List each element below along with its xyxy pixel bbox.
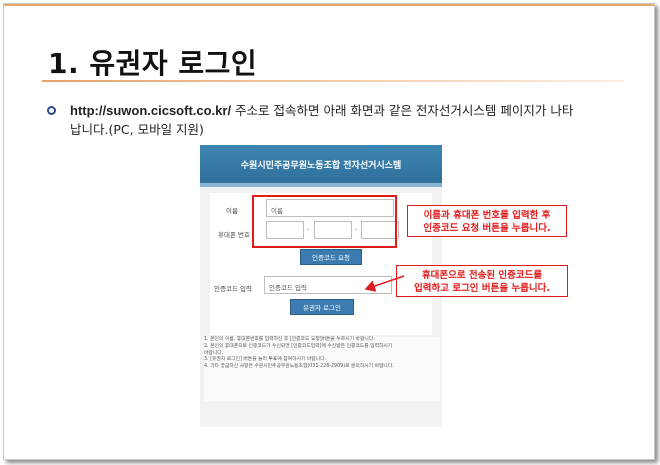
slide-title: 1. 유권자 로그인 (48, 47, 258, 80)
slide-top-border (4, 4, 654, 6)
note-line: 4. 기타 궁금하신 사항은 수원시민주공무원노동조합(031-228-2909… (204, 364, 394, 370)
bullet-text: http://suwon.cicsoft.co.kr/ 주소로 접속하면 아래 … (70, 101, 630, 139)
login-button[interactable]: 유권자 로그인 (290, 299, 354, 315)
title-underline (42, 80, 624, 82)
site-url-link[interactable]: http://suwon.cicsoft.co.kr/ (70, 103, 231, 118)
phone-label: 휴대폰 번호 (218, 231, 250, 239)
callout-request-code: 이름과 휴대폰 번호를 입력한 후 인증코드 요청 버튼을 누릅니다. (407, 205, 567, 237)
note-line: 1. 본인의 이름, 휴대폰번호를 입력하신 후 [인증코드 요청]버튼을 누르… (204, 337, 375, 342)
note-line: 2. 본인의 휴대폰으로 인증코드가 수신되면 [인증코드입력]에 수신받은 인… (204, 343, 393, 349)
callout-line: 휴대폰으로 전송된 인증코드를 (421, 270, 543, 281)
bullet-icon (47, 106, 56, 115)
name-label: 이름 (226, 207, 238, 215)
code-label: 인증코드 입력 (214, 285, 252, 293)
code-input[interactable]: 인증코드 입력 (264, 276, 392, 294)
callout-line: 인증코드 요청 버튼을 누릅니다. (423, 223, 551, 234)
bullet-text-line2: 납니다.(PC, 모바일 지원) (70, 122, 204, 137)
bullet-text-line1: 주소로 접속하면 아래 화면과 같은 전자선거시스템 페이지가 나타 (231, 103, 574, 118)
request-code-button[interactable]: 인증코드 요청 (300, 249, 362, 265)
header-stripe (200, 183, 442, 187)
instructions-notes: 1. 본인의 이름, 휴대폰번호를 입력하신 후 [인증코드 요청]버튼을 누르… (204, 337, 440, 401)
callout-line: 이름과 휴대폰 번호를 입력한 후 (423, 210, 551, 221)
highlight-box (252, 195, 397, 248)
callout-login: 휴대폰으로 전송된 인증코드를 입력하고 로그인 버튼을 누릅니다. (396, 265, 568, 297)
callout-line: 입력하고 로그인 버튼을 누릅니다. (414, 283, 550, 294)
screenshot-header-title: 수원시민주공무원노동조합 전자선거시스템 (200, 145, 442, 183)
